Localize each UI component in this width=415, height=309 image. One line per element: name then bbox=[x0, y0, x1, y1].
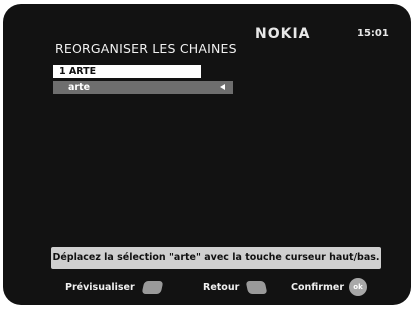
moving-channel-label: arte bbox=[68, 82, 91, 93]
confirm-label: Confirmer bbox=[291, 281, 345, 293]
brand-logo: NOKIA bbox=[255, 26, 311, 42]
back-button[interactable]: Retour bbox=[203, 278, 268, 296]
footer-bar: Prévisualiser Retour Confirmer ok bbox=[3, 278, 411, 296]
preview-button[interactable]: Prévisualiser bbox=[65, 278, 164, 296]
clock: 15:01 bbox=[357, 28, 389, 39]
ok-key-icon: ok bbox=[349, 278, 368, 296]
arrow-left-icon bbox=[220, 84, 225, 90]
tv-screen: REORGANISER LES CHAINES NOKIA 15:01 1 AR… bbox=[3, 4, 411, 305]
page-title: REORGANISER LES CHAINES bbox=[55, 41, 237, 56]
remote-key-icon bbox=[245, 280, 268, 294]
preview-label: Prévisualiser bbox=[65, 281, 135, 293]
back-label: Retour bbox=[203, 281, 240, 293]
remote-key-icon bbox=[141, 280, 164, 294]
confirm-button[interactable]: Confirmer ok bbox=[291, 278, 368, 296]
channel-move-row[interactable]: arte bbox=[53, 81, 233, 94]
channel-list-item-selected[interactable]: 1 ARTE bbox=[53, 65, 201, 78]
channel-label: 1 ARTE bbox=[59, 66, 97, 77]
help-message: Déplacez la sélection "arte" avec la tou… bbox=[51, 247, 381, 269]
